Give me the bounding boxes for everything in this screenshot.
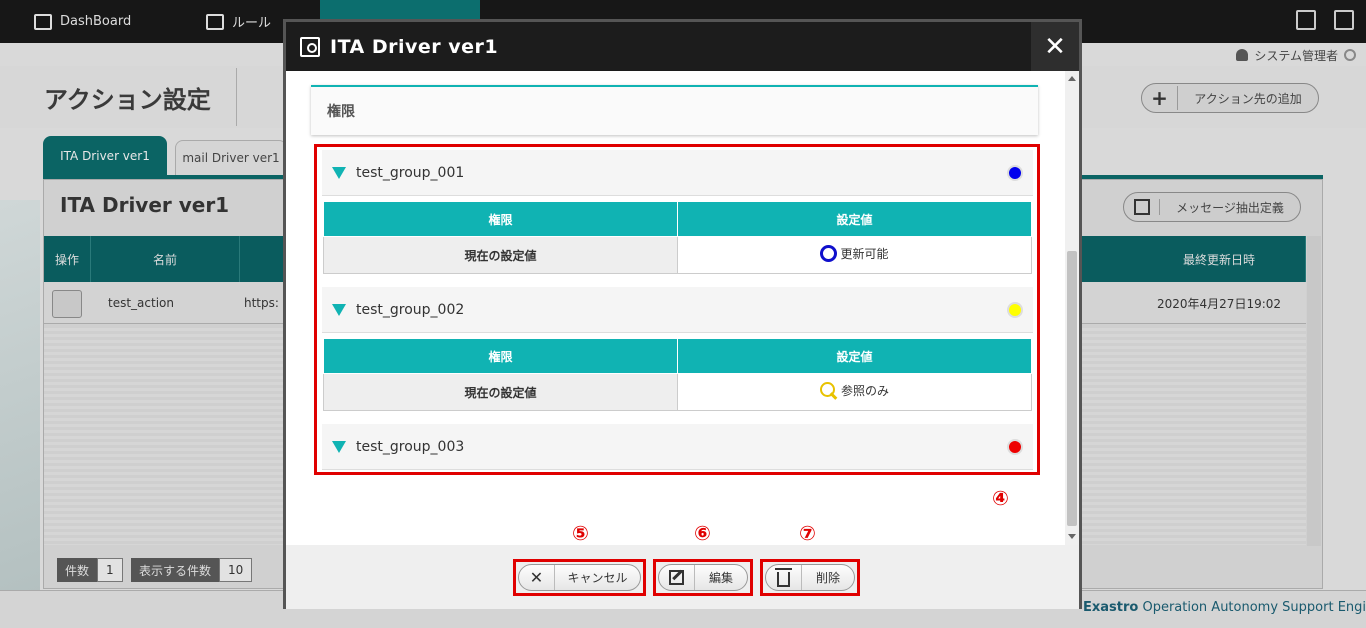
- plus-icon: +: [1142, 86, 1178, 110]
- message-extraction-label: メッセージ抽出定義: [1176, 200, 1284, 215]
- panel-title: ITA Driver ver1: [60, 193, 230, 217]
- background-decoration: [0, 200, 40, 590]
- edit-button[interactable]: 編集: [658, 564, 748, 591]
- cancel-button[interactable]: ✕ キャンセル: [518, 564, 641, 591]
- permission-table-001: 権限 設定値 現在の設定値 更新可能: [323, 201, 1032, 274]
- user-name[interactable]: システム管理者: [1254, 47, 1338, 64]
- scale-icon: [206, 13, 224, 30]
- user-icon: [1236, 49, 1249, 61]
- tab-mail-driver[interactable]: mail Driver ver1: [175, 140, 287, 176]
- user-bar: システム管理者: [1236, 45, 1356, 65]
- scroll-up-icon[interactable]: [1068, 76, 1076, 81]
- expand-triangle-icon[interactable]: [332, 166, 346, 179]
- system-icons: [1296, 10, 1354, 30]
- group-row-003[interactable]: test_group_003: [322, 424, 1033, 470]
- value-header: 設定値: [677, 201, 1032, 237]
- magnifier-icon: [819, 381, 838, 400]
- gear-icon[interactable]: [1344, 49, 1356, 61]
- current-value-label: 現在の設定値: [323, 236, 678, 274]
- expand-triangle-icon[interactable]: [332, 440, 346, 453]
- group-row-001[interactable]: test_group_001: [322, 150, 1033, 196]
- edit-label: 編集: [708, 571, 733, 585]
- status-dot-icon: [1007, 165, 1023, 181]
- modal-header: ITA Driver ver1 ✕: [286, 22, 1079, 71]
- expand-triangle-icon[interactable]: [332, 303, 346, 316]
- detail-button[interactable]: [52, 290, 82, 318]
- add-destination-button[interactable]: + アクション先の追加: [1141, 83, 1319, 113]
- dashboard-icon: [34, 13, 52, 30]
- column-header-ops: 操作: [44, 236, 91, 282]
- row-url: https:: [244, 296, 279, 310]
- detail-icon: [300, 36, 320, 57]
- message-extraction-button[interactable]: メッセージ抽出定義: [1123, 192, 1301, 222]
- row-name: test_action: [108, 296, 174, 310]
- pager-per-page-value[interactable]: 10: [219, 558, 253, 582]
- permission-section-title: 権限: [311, 85, 1038, 135]
- group-name-001: test_group_001: [356, 164, 465, 181]
- page-title: アクション設定: [44, 86, 211, 114]
- edit-icon: [659, 565, 695, 590]
- close-button[interactable]: ✕: [1031, 22, 1079, 71]
- permission-table-002: 権限 設定値 現在の設定値 参照のみ: [323, 338, 1032, 411]
- nav-rule-label: ルール: [232, 16, 272, 31]
- group-name-002: test_group_002: [356, 301, 465, 318]
- column-header-name[interactable]: 名前: [91, 236, 240, 282]
- row-updated: 2020年4月27日19:02: [1157, 296, 1282, 311]
- driver-modal: ITA Driver ver1 ✕ 権限 test_group_001 権限 設…: [283, 19, 1082, 609]
- modal-title: ITA Driver ver1: [330, 35, 499, 58]
- logout-icon[interactable]: [1334, 10, 1354, 30]
- group-name-003: test_group_003: [356, 438, 465, 455]
- current-value-text: 参照のみ: [840, 384, 889, 398]
- nav-dashboard-label: DashBoard: [60, 14, 132, 29]
- nav-dashboard[interactable]: DashBoard: [34, 0, 131, 43]
- current-value-cell: 参照のみ: [677, 373, 1032, 411]
- tab-ita-driver[interactable]: ITA Driver ver1: [43, 136, 167, 176]
- pager-per-page-label: 表示する件数: [131, 558, 220, 582]
- perm-header: 権限: [323, 338, 678, 374]
- callout-7: ⑦: [799, 521, 816, 545]
- nav-rule[interactable]: ルール: [206, 0, 271, 43]
- circle-icon: [820, 245, 838, 262]
- edit-highlight: 編集: [653, 559, 753, 596]
- status-dot-icon: [1007, 439, 1023, 455]
- modal-scrollbar[interactable]: [1065, 71, 1079, 545]
- callout-4: ④: [992, 486, 1009, 510]
- scroll-thumb[interactable]: [1067, 251, 1077, 526]
- trash-icon: [766, 565, 802, 590]
- value-header: 設定値: [677, 338, 1032, 374]
- divider: [236, 68, 237, 126]
- pager-count-value: 1: [97, 558, 123, 582]
- delete-highlight: 削除: [760, 559, 860, 596]
- add-destination-label: アクション先の追加: [1194, 91, 1302, 106]
- status-dot-icon: [1007, 302, 1023, 318]
- current-value-label: 現在の設定値: [323, 373, 678, 411]
- pager-per-page[interactable]: 表示する件数 10: [131, 558, 253, 582]
- modal-footer: ✕ キャンセル 編集 削除: [286, 545, 1079, 609]
- edit-icon: [1124, 199, 1160, 215]
- delete-label: 削除: [815, 571, 840, 585]
- close-icon: ✕: [519, 565, 555, 590]
- pager-count: 件数 1: [57, 558, 123, 582]
- perm-header: 権限: [323, 201, 678, 237]
- group-row-002[interactable]: test_group_002: [322, 287, 1033, 333]
- cancel-highlight: ✕ キャンセル: [513, 559, 646, 596]
- callout-5: ⑤: [572, 521, 589, 545]
- pager-count-label: 件数: [57, 558, 98, 582]
- delete-button[interactable]: 削除: [765, 564, 855, 591]
- modal-body: 権限 test_group_001 権限 設定値 現在の設定値 更新可能 tes…: [286, 71, 1079, 545]
- table-scrollbar[interactable]: [1307, 236, 1321, 546]
- footer-brand-rest: Operation Autonomy Support Engine: [1138, 600, 1366, 615]
- permission-groups-highlight: test_group_001 権限 設定値 現在の設定値 更新可能 test_g…: [314, 144, 1040, 475]
- callout-6: ⑥: [694, 521, 711, 545]
- footer-brand: Exastro Operation Autonomy Support Engin…: [1083, 600, 1366, 615]
- footer-brand-bold: Exastro: [1083, 600, 1139, 615]
- cancel-label: キャンセル: [567, 571, 628, 585]
- mail-icon[interactable]: [1296, 10, 1316, 30]
- scroll-down-icon[interactable]: [1068, 534, 1076, 539]
- current-value-cell: 更新可能: [677, 236, 1032, 274]
- column-header-updated[interactable]: 最終更新日時: [1133, 236, 1306, 282]
- current-value-text: 更新可能: [840, 247, 889, 261]
